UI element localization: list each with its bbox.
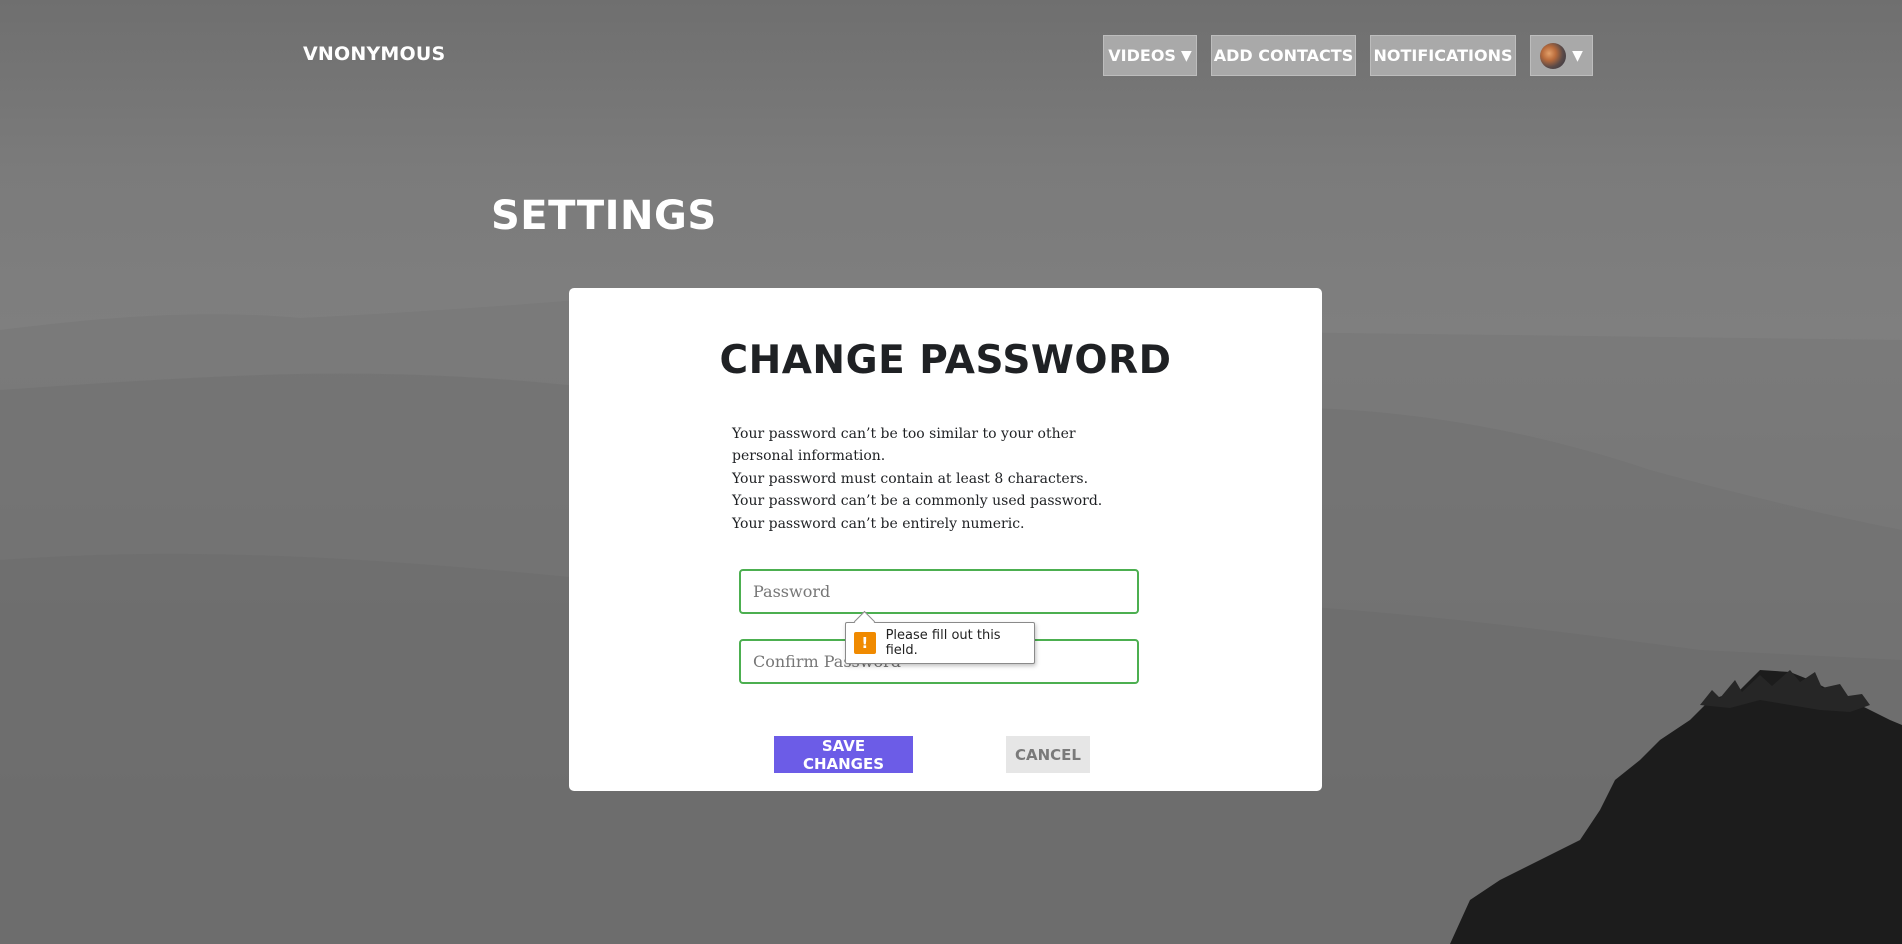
password-field[interactable] [739,569,1139,614]
nav-videos-label: VIDEOS [1108,46,1176,65]
warning-icon: ! [854,632,876,654]
nav-add-contacts-label: ADD CONTACTS [1213,46,1354,65]
help-line: Your password must contain at least 8 ch… [732,470,1089,487]
validation-message: Please fill out this field. [885,628,1001,658]
nav-add-contacts[interactable]: ADD CONTACTS [1211,35,1356,76]
caret-down-icon: ▼ [1180,47,1192,64]
nav-videos-dropdown[interactable]: VIDEOS ▼ [1103,35,1197,76]
user-menu-dropdown[interactable]: ▼ [1530,35,1593,76]
page-title: SETTINGS [491,193,717,239]
nav-notifications[interactable]: NOTIFICATIONS [1370,35,1516,76]
avatar [1540,42,1567,69]
brand-logo[interactable]: VNONYMOUS [303,43,445,65]
help-line: Your password can’t be a commonly used p… [732,493,1103,510]
help-line: Your password can’t be too similar to yo… [732,426,1076,465]
caret-down-icon: ▼ [1572,47,1583,64]
top-navbar: VNONYMOUS VIDEOS ▼ ADD CONTACTS NOTIFICA… [0,0,1902,110]
save-changes-button[interactable]: SAVE CHANGES [774,736,913,773]
nav-notifications-label: NOTIFICATIONS [1373,46,1513,65]
validation-tooltip: ! Please fill out this field. [845,622,1035,664]
help-line: Your password can’t be entirely numeric. [732,515,1025,532]
cancel-button[interactable]: CANCEL [1006,736,1090,773]
change-password-card: CHANGE PASSWORD Your password can’t be t… [569,288,1322,791]
password-help-text: Your password can’t be too similar to yo… [732,423,1132,535]
card-title: CHANGE PASSWORD [719,338,1172,383]
